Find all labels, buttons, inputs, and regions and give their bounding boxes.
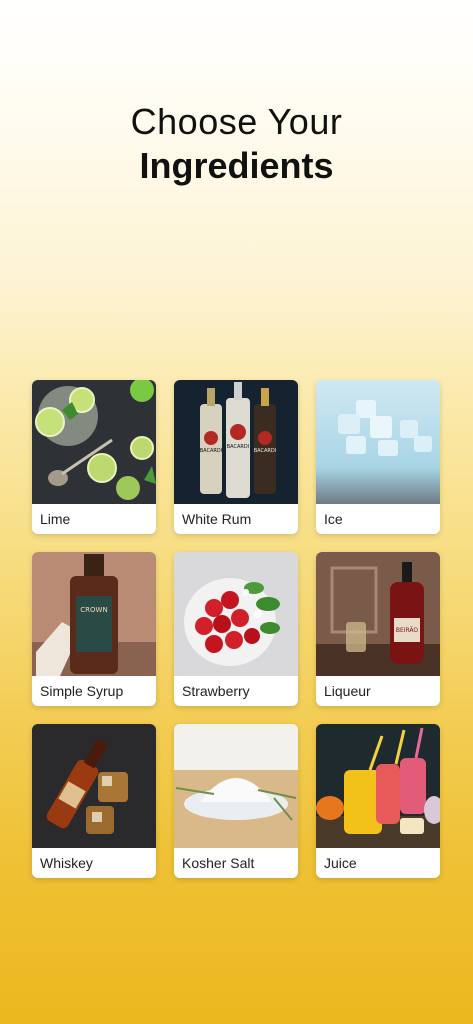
bottle-label-text: BEIRÃO: [396, 627, 419, 634]
syrup-bottle-icon: CROWN: [32, 552, 156, 676]
bottle-label-text: BACARDI: [254, 448, 276, 454]
salt-icon: [174, 724, 298, 848]
ingredient-label: Simple Syrup: [40, 683, 124, 699]
bottle-label-text: BACARDI: [227, 444, 249, 450]
ingredient-label: Juice: [324, 855, 357, 871]
ingredient-label: Whiskey: [40, 855, 93, 871]
page-title: Choose Your Ingredients: [0, 100, 473, 188]
ingredient-label: Strawberry: [182, 683, 250, 699]
title-line-1: Choose Your: [130, 101, 343, 142]
juice-icon: [316, 724, 440, 848]
ingredient-label: Liqueur: [324, 683, 371, 699]
ice-icon: [316, 380, 440, 504]
ingredient-label: Kosher Salt: [182, 855, 255, 871]
bottle-label-text: CROWN: [80, 606, 107, 614]
lime-icon: [32, 380, 156, 504]
ingredient-card-ice[interactable]: Ice: [316, 380, 440, 534]
ingredient-card-juice[interactable]: Juice: [316, 724, 440, 878]
ingredient-label: White Rum: [182, 511, 252, 527]
liqueur-bottle-icon: BEIRÃO: [316, 552, 440, 676]
strawberry-icon: [174, 552, 298, 676]
ingredient-label: Lime: [40, 511, 71, 527]
ingredient-card-liqueur[interactable]: BEIRÃO Liqueur: [316, 552, 440, 706]
ingredient-card-simple-syrup[interactable]: CROWN Simple Syrup: [32, 552, 156, 706]
bottle-label-text: BACARDI: [200, 448, 222, 454]
whiskey-icon: [32, 724, 156, 848]
rum-bottles-icon: BACARDI BACARDI BACARDI: [174, 380, 298, 504]
ingredient-card-whiskey[interactable]: Whiskey: [32, 724, 156, 878]
ingredient-card-white-rum[interactable]: BACARDI BACARDI BACARDI White Rum: [174, 380, 298, 534]
ingredient-card-strawberry[interactable]: Strawberry: [174, 552, 298, 706]
ingredient-card-lime[interactable]: Lime: [32, 380, 156, 534]
ingredient-card-kosher-salt[interactable]: Kosher Salt: [174, 724, 298, 878]
title-line-2: Ingredients: [139, 145, 334, 186]
ingredient-label: Ice: [324, 511, 343, 527]
